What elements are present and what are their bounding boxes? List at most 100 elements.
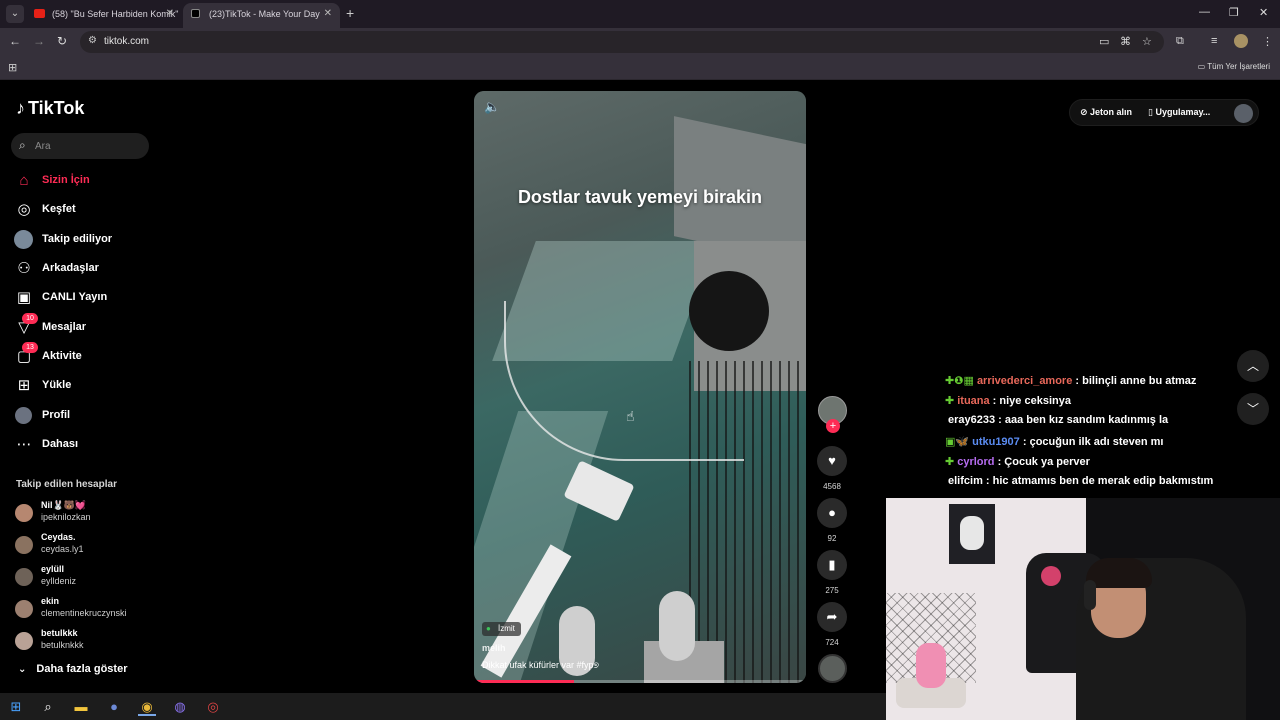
forward-icon[interactable]: →	[33, 34, 45, 48]
webcam-frame	[1084, 580, 1096, 610]
apps-grid-icon[interactable]: ⊞	[8, 61, 17, 74]
like-action[interactable]: ♥ 4568	[817, 446, 847, 491]
chat-badge-icon: ✚	[945, 395, 955, 408]
tab-youtube[interactable]: (58) "Bu Sefer Harbiden Komik" ✕	[26, 3, 182, 28]
following-avatar-icon	[14, 230, 33, 249]
get-coins-button[interactable]: ⊘ Jeton alın	[1080, 107, 1132, 118]
tiktok-note-icon: ♪	[16, 98, 25, 118]
following-account[interactable]: Nil🐰🐻💓 ipeknilozkan	[15, 500, 155, 526]
close-tab-icon[interactable]: ✕	[166, 3, 174, 25]
share-icon[interactable]: ➦	[817, 602, 847, 632]
close-window-icon[interactable]: ✕	[1259, 6, 1268, 19]
search-icon: ⌕	[19, 138, 26, 152]
sidebar-item-upload[interactable]: ⊞ Yükle	[14, 374, 154, 398]
all-bookmarks-button[interactable]: ▭ Tüm Yer İşaretleri	[1198, 62, 1270, 71]
sidebar-item-activity[interactable]: ▢ 13 Aktivite	[14, 342, 154, 369]
site-info-icon[interactable]: ⚙	[88, 35, 97, 46]
tab-tiktok[interactable]: (23)TikTok - Make Your Day ✕	[183, 3, 340, 28]
comment-action[interactable]: ● 92	[817, 498, 847, 543]
discord-icon[interactable]: ◍	[171, 698, 189, 716]
share-action[interactable]: ➦ 724	[817, 602, 847, 647]
video-player[interactable]: 🔈 Dostlar tavuk yemeyi birakin ● İzmit m…	[474, 91, 806, 683]
tiktok-favicon-icon	[191, 9, 200, 18]
tab-search-button[interactable]: ⌄	[6, 5, 24, 23]
windows-start-icon[interactable]: ⊞	[7, 698, 25, 716]
translate-icon[interactable]: ⌘	[1120, 35, 1131, 48]
chat-username: eray6233	[948, 414, 996, 427]
sidebar-item-more[interactable]: ⋯ Dahası	[14, 433, 154, 457]
chat-badge-icon: ▣🦋	[945, 435, 970, 448]
user-avatar[interactable]	[1234, 104, 1253, 123]
sidebar-item-live[interactable]: ▣ CANLI Yayın	[14, 286, 154, 310]
media-icon[interactable]: ≡	[1211, 35, 1217, 47]
video-progress-bar[interactable]	[474, 680, 806, 683]
upload-icon: ⊞	[17, 377, 31, 394]
tiktok-logo[interactable]: ♪ TikTok	[16, 98, 84, 119]
back-icon[interactable]: ←	[9, 34, 21, 48]
profile-avatar[interactable]	[1234, 34, 1248, 48]
save-count: 275	[825, 586, 839, 595]
menu-kebab-icon[interactable]: ⋮	[1262, 35, 1273, 48]
search-icon[interactable]: ⌕	[39, 698, 57, 716]
reload-icon[interactable]: ↻	[57, 34, 67, 48]
bookmark-star-icon[interactable]: ☆	[1142, 35, 1152, 48]
chat-message: ✚❶▦ arrivederci_amore : bilinçli anne bu …	[945, 374, 1265, 394]
browser-tab-bar: ⌄ (58) "Bu Sefer Harbiden Komik" ✕ (23)T…	[0, 0, 1280, 28]
url-text: tiktok.com	[104, 36, 150, 47]
cast-icon[interactable]: ▭	[1099, 35, 1109, 48]
minimize-icon[interactable]: —	[1199, 6, 1210, 18]
address-bar[interactable]: ⚙ tiktok.com	[80, 31, 1164, 53]
music-disc-icon[interactable]	[818, 654, 847, 683]
volume-icon[interactable]: 🔈	[484, 99, 500, 115]
following-account[interactable]: betulkkk betulknkkk	[15, 628, 155, 654]
progress-fill	[474, 680, 574, 683]
file-explorer-icon[interactable]: ▬	[72, 698, 90, 716]
stream-chat-overlay: ✚❶▦ arrivederci_amore : bilinçli anne bu …	[945, 374, 1265, 495]
chat-message: ✚ cyrlord : Çocuk ya perver	[945, 455, 1265, 475]
windows-taskbar: ⊞ ⌕ ▬ ● ◉ ◍ ◎	[0, 693, 886, 720]
webcam-overlay	[886, 498, 1280, 720]
video-author[interactable]: melih	[482, 643, 506, 653]
sidebar-item-following[interactable]: Takip ediliyor	[14, 228, 154, 252]
search-input[interactable]	[35, 137, 135, 155]
chat-text: Çocuk ya perver	[1004, 455, 1090, 468]
restore-icon[interactable]: ❐	[1229, 6, 1239, 19]
sidebar-item-explore[interactable]: ◎ Keşfet	[14, 198, 154, 222]
chat-text: bilinçli anne bu atmaz	[1082, 375, 1197, 387]
heart-icon[interactable]: ♥	[817, 446, 847, 476]
sidebar-item-profile[interactable]: Profil	[14, 404, 154, 428]
sidebar-item-friends[interactable]: ⚇ Arkadaşlar	[14, 257, 154, 281]
chat-username: arrivederci_amore	[976, 375, 1073, 387]
show-more-button[interactable]: ⌄ Daha fazla göster	[18, 663, 127, 675]
bookmark-icon[interactable]: ▮	[817, 550, 847, 580]
coin-icon: ⊘	[1080, 107, 1091, 117]
follow-plus-button[interactable]: +	[826, 419, 840, 433]
sidebar-item-messages[interactable]: ▽ 10 Mesajlar	[14, 313, 154, 340]
new-tab-button[interactable]: +	[346, 5, 354, 21]
sidebar-item-for-you[interactable]: ⌂ Sizin İçin	[14, 169, 154, 193]
chat-message: ✚ ituana : niye ceksinya	[945, 394, 1265, 414]
avatar	[15, 536, 33, 554]
location-tag[interactable]: ● İzmit	[482, 622, 521, 636]
obs-icon[interactable]: ◎	[204, 698, 222, 716]
search-box[interactable]: ⌕	[11, 133, 149, 159]
webcam-frame	[1086, 558, 1152, 588]
chat-separator: :	[982, 474, 993, 487]
webcam-frame	[916, 643, 946, 688]
comment-count: 92	[827, 534, 837, 543]
avatar	[15, 568, 33, 586]
extensions-icon[interactable]: ⧉	[1176, 35, 1184, 48]
top-right-actions: ⊘ Jeton alın ▯ Uygulamay...	[1069, 99, 1259, 126]
chrome-icon[interactable]: ◉	[138, 698, 156, 716]
following-account[interactable]: ekin clementinekruczynski	[15, 596, 155, 622]
following-account[interactable]: Ceydas. ceydas.ly1	[15, 532, 155, 558]
app-icon[interactable]: ●	[105, 698, 123, 716]
profile-icon	[15, 407, 32, 424]
chat-username: utku1907	[972, 435, 1020, 448]
get-app-button[interactable]: ▯ Uygulamay...	[1148, 107, 1210, 118]
comment-icon[interactable]: ●	[817, 498, 847, 528]
following-account[interactable]: eylüll eylldeniz	[15, 564, 155, 590]
close-tab-icon[interactable]: ✕	[324, 3, 332, 25]
avatar	[15, 632, 33, 650]
save-action[interactable]: ▮ 275	[817, 550, 847, 595]
